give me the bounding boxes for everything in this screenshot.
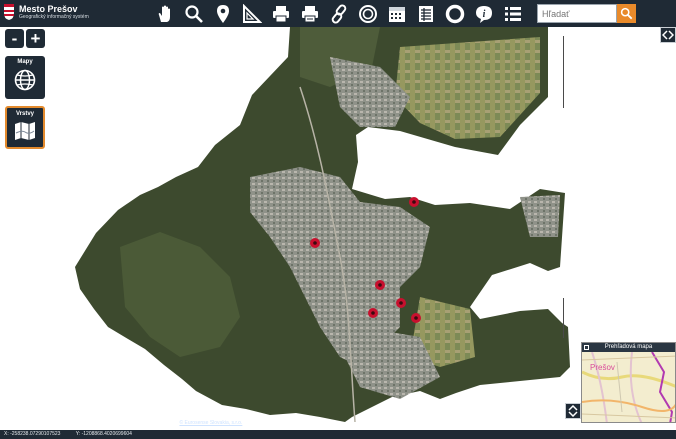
overview-title: Prehľadová mapa [604, 344, 653, 350]
overview-map-canvas[interactable]: Prešov [582, 351, 676, 423]
coordinate-x: X: -258238.07290107523 [4, 431, 61, 437]
ruler-triangle-icon[interactable] [237, 0, 266, 27]
city-crest-icon [4, 4, 14, 20]
hand-pan-icon[interactable] [150, 0, 179, 27]
zoom-in-button[interactable]: + [26, 29, 45, 48]
lifebuoy-icon[interactable] [440, 0, 469, 27]
maps-button[interactable]: Mapy [5, 56, 45, 99]
orthophoto-map[interactable] [0, 27, 676, 430]
printer-icon[interactable] [266, 0, 295, 27]
layers-label: Vrstvy [15, 111, 34, 117]
menu-list-icon[interactable] [498, 0, 527, 27]
globe-icon [14, 69, 36, 91]
toggle-overview-button[interactable] [565, 403, 581, 419]
map-pin-icon[interactable] [208, 0, 237, 27]
scale-bar [4, 427, 42, 429]
coordinate-status-bar: X: -258238.07290107523 Y: -1208868.40206… [0, 430, 676, 439]
overview-map[interactable]: Prehľadová mapa Prešov [581, 342, 676, 423]
attribution-source: Ortofotomapa [145, 420, 179, 426]
map-divider-line [563, 36, 564, 108]
tool-icons: i [150, 0, 527, 27]
map-canvas[interactable] [0, 27, 676, 430]
search-input[interactable] [537, 4, 617, 23]
zoom-out-button[interactable]: - [5, 29, 24, 48]
top-toolbar: Mesto Prešov Geografický informačný syst… [0, 0, 676, 27]
layers-button[interactable]: Vrstvy [5, 106, 45, 149]
chevrons-up-down-icon [568, 405, 578, 417]
map-divider-line [563, 298, 564, 338]
calendar-icon[interactable] [382, 0, 411, 27]
printer-alt-icon[interactable] [295, 0, 324, 27]
circle-target-icon[interactable] [353, 0, 382, 27]
search-icon [620, 7, 633, 20]
maps-label: Mapy [17, 59, 33, 65]
scale-label: 1 km [4, 420, 16, 426]
magnifier-icon[interactable] [179, 0, 208, 27]
gis-app: Mesto Prešov Geografický informačný syst… [0, 0, 676, 439]
overview-place-label: Prešov [590, 363, 615, 372]
chevrons-left-right-icon [662, 30, 674, 40]
attribution-provider-link[interactable]: © Eurosense Slovakia, s.r.o. [179, 420, 242, 426]
coordinate-y: Y: -1208868.4020699604 [75, 431, 132, 437]
app-title: Mesto Prešov [19, 4, 78, 14]
search-button[interactable] [617, 4, 636, 23]
svg-text:i: i [482, 9, 485, 20]
app-subtitle: Geografický informačný systém [19, 14, 89, 20]
folded-map-icon [15, 122, 35, 140]
info-icon[interactable]: i [469, 0, 498, 27]
list-document-icon[interactable] [411, 0, 440, 27]
brand[interactable]: Mesto Prešov Geografický informačný syst… [3, 3, 89, 21]
search-box [537, 4, 636, 23]
toggle-right-panel-button[interactable] [660, 27, 676, 43]
overview-header: Prehľadová mapa [582, 343, 675, 352]
overview-toggle-icon[interactable] [584, 345, 589, 350]
link-icon[interactable] [324, 0, 353, 27]
map-attribution: Ortofotomapa © Eurosense Slovakia, s.r.o… [145, 420, 242, 426]
